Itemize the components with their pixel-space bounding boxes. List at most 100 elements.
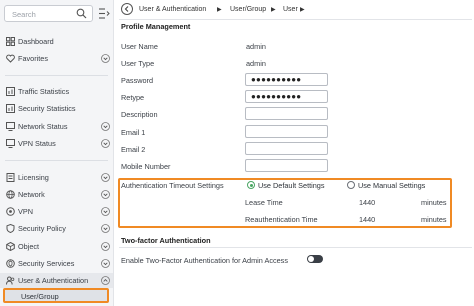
description-label: Description [121,110,158,119]
sidebar-item-label: VPN [18,207,34,216]
sidebar-item-vpn[interactable]: VPN [0,204,113,219]
dashboard-icon [6,37,15,46]
breadcrumb-item[interactable]: User [283,6,298,13]
chevron-up-icon [101,276,110,285]
chevron-down-icon [101,242,110,251]
heart-icon [6,54,15,63]
sidebar-item-network[interactable]: Network [0,187,113,202]
reauth-time-unit: minutes [421,215,447,224]
shield-icon [6,223,15,234]
sidebar-item-label: Favorites [18,54,49,63]
default-settings-label[interactable]: Use Default Settings [258,181,325,190]
reauth-time-label: Reauthentication Time [245,215,318,224]
vpn-icon [6,207,15,216]
sidebar-subitem-label: User/Group [21,292,59,301]
sidebar-item-network-status[interactable]: Network Status [0,119,113,134]
retype-password-field[interactable]: ●●●●●●●●●● [245,90,328,103]
breadcrumb-separator-icon: ▶ [217,7,222,13]
lease-time-unit: minutes [421,198,447,207]
back-button[interactable] [121,3,133,15]
chevron-down-icon [101,54,110,63]
sidebar-item-label: Security Services [18,259,75,268]
mobile-number-label: Mobile Number [121,162,171,171]
sidebar-item-label: Traffic Statistics [18,87,70,96]
password-value: ●●●●●●●●●● [251,75,302,84]
sidebar-item-label: Security Statistics [18,104,76,113]
two-factor-enable-label: Enable Two-Factor Authentication for Adm… [121,256,288,265]
divider [119,247,472,248]
breadcrumb: User & Authentication ▶ User/Group ▶ Use… [119,2,469,18]
cube-icon [6,241,15,252]
sidebar-item-user-authentication[interactable]: User & Authentication [0,273,113,288]
breadcrumb-separator-icon: ▶ [300,7,305,13]
sidebar-item-label: VPN Status [18,139,56,148]
password-label: Password [121,76,154,85]
email2-label: Email 2 [121,145,146,154]
description-field[interactable] [245,107,328,120]
sidebar-item-security-policy[interactable]: Security Policy [0,221,113,236]
breadcrumb-item[interactable]: User & Authentication [139,6,206,13]
mobile-number-field[interactable] [245,159,328,172]
monitor-icon [6,139,15,148]
email1-field[interactable] [245,125,328,138]
sidebar-item-traffic-statistics[interactable]: Traffic Statistics [0,84,113,99]
sidebar-subitem-user-group[interactable]: User/Group [3,288,109,303]
user-name-value: admin [246,42,266,51]
auth-timeout-label: Authentication Timeout Settings [121,181,224,190]
breadcrumb-item[interactable]: User/Group [230,6,266,13]
sidebar-item-security-statistics[interactable]: Security Statistics [0,101,113,116]
divider [119,19,472,20]
sidebar-item-label: Security Policy [18,224,66,233]
sidebar-item-dashboard[interactable]: Dashboard [0,34,113,49]
lease-time-label: Lease Time [245,198,283,207]
search-icon [76,8,87,21]
collapse-menu-icon[interactable] [98,7,110,20]
divider [5,75,108,76]
divider [5,160,108,161]
sidebar-item-object[interactable]: Object [0,239,113,254]
radio-manual-settings[interactable] [347,181,355,189]
sidebar-item-label: Object [18,242,40,251]
chevron-down-icon [101,207,110,216]
manual-settings-label[interactable]: Use Manual Settings [358,181,425,190]
retype-value: ●●●●●●●●●● [251,92,302,101]
section-title-profile: Profile Management [121,22,191,31]
license-icon [6,173,15,182]
two-factor-toggle[interactable] [307,255,323,263]
reauth-time-value: 1440 [359,215,376,224]
sidebar-item-favorites[interactable]: Favorites [0,51,113,66]
monitor-icon [6,122,15,131]
chart-icon [6,104,15,113]
sidebar-item-security-services[interactable]: Security Services [0,256,113,271]
user-icon [6,276,15,285]
chevron-down-icon [101,190,110,199]
chevron-down-icon [101,139,110,148]
user-type-label: User Type [121,59,155,68]
chart-icon [6,87,15,96]
sidebar-item-label: Dashboard [18,37,54,46]
chevron-down-icon [101,173,110,182]
user-type-value: admin [246,59,266,68]
sidebar-item-label: Licensing [18,173,49,182]
email2-field[interactable] [245,142,328,155]
email1-label: Email 1 [121,128,146,137]
services-icon [6,259,15,268]
chevron-down-icon [101,224,110,233]
search-input[interactable]: Search [4,5,93,22]
retype-label: Retype [121,93,145,102]
sidebar: Search Dashboard Favorites Traffic Stati… [0,0,114,306]
chevron-down-icon [101,122,110,131]
sidebar-item-label: User & Authentication [18,276,89,285]
radio-default-settings[interactable] [247,181,255,189]
sidebar-item-label: Network [18,190,45,199]
search-placeholder: Search [12,10,36,19]
sidebar-item-label: Network Status [18,122,68,131]
section-title-two-factor: Two-factor Authentication [121,236,211,245]
user-name-label: User Name [121,42,158,51]
chevron-down-icon [101,259,110,268]
sidebar-item-licensing[interactable]: Licensing [0,170,113,185]
sidebar-item-vpn-status[interactable]: VPN Status [0,136,113,151]
password-field[interactable]: ●●●●●●●●●● [245,73,328,86]
globe-icon [6,190,15,199]
breadcrumb-separator-icon: ▶ [271,7,276,13]
